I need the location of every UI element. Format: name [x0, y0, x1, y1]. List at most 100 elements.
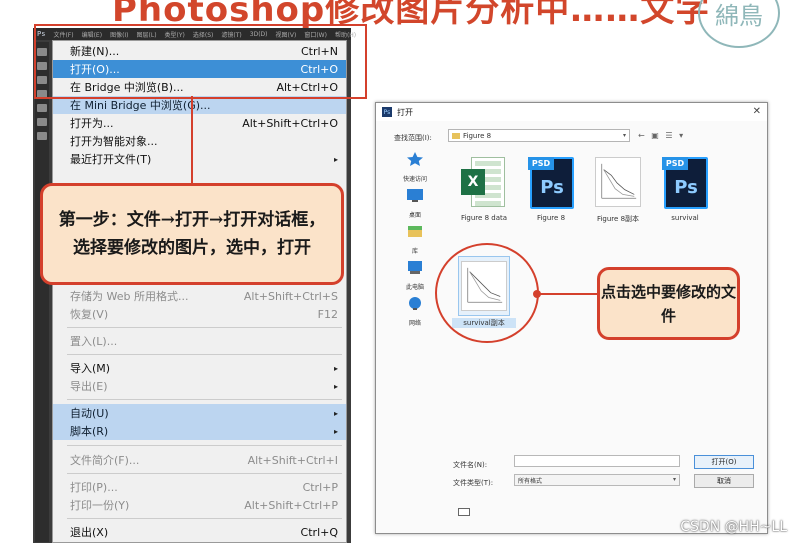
star-icon	[407, 152, 423, 166]
menu-item-label: 导入(M)	[70, 362, 111, 375]
psd-file-icon: PSD Ps	[526, 153, 576, 211]
menu-item-label: 打开为...	[70, 117, 114, 130]
eraser-tool-icon[interactable]	[37, 132, 47, 140]
view-menu-icons[interactable]: ← ▣ ☰ ▾	[638, 131, 685, 140]
menu-item-label: 置入(L)...	[70, 335, 118, 348]
menu-item-exit[interactable]: 退出(X) Ctrl+Q	[53, 523, 346, 541]
file-figure8-psd[interactable]: PSD Ps Figure 8	[519, 153, 583, 222]
brush-tool-icon[interactable]	[37, 118, 47, 126]
file-name: Figure 8 data	[460, 214, 508, 222]
callout-pointer	[191, 96, 193, 184]
watermark: CSDN @HH~LL	[680, 519, 787, 535]
file-name-input[interactable]	[514, 455, 680, 467]
cancel-button[interactable]: 取消	[694, 474, 754, 488]
callout-connector	[538, 293, 597, 295]
menu-item-label: 打印(P)...	[70, 481, 118, 494]
file-name-label: 文件名(N):	[453, 461, 488, 469]
menu-separator	[67, 399, 342, 400]
menu-separator	[67, 445, 342, 446]
place-this-pc[interactable]: 此电脑	[390, 259, 440, 291]
network-icon	[409, 297, 421, 310]
close-icon[interactable]: ✕	[753, 106, 761, 117]
step-one-callout: 第一步：文件→打开→打开对话框，选择要修改的图片，选中，打开	[40, 183, 344, 285]
file-figure8-data[interactable]: X Figure 8 data	[452, 153, 516, 222]
submenu-arrow-icon: ▸	[333, 381, 338, 391]
menu-item-revert[interactable]: 恢复(V) F12	[53, 305, 346, 323]
place-network[interactable]: 网络	[390, 295, 440, 327]
file-figure8-copy[interactable]: Figure 8副本	[586, 153, 650, 224]
place-library[interactable]: 库	[390, 223, 440, 255]
submenu-arrow-icon: ▸	[333, 426, 338, 436]
excel-badge: X	[461, 169, 485, 195]
desktop-icon	[407, 189, 423, 202]
menu-item-label: 退出(X)	[70, 526, 109, 539]
selection-circle	[435, 243, 539, 343]
file-name: Figure 8	[536, 214, 566, 222]
menu-item-export[interactable]: 导出(E) ▸	[53, 377, 346, 395]
ps-letters: Ps	[540, 177, 564, 198]
menu-item-print-one-copy[interactable]: 打印一份(Y) Alt+Shift+Ctrl+P	[53, 496, 346, 514]
place-quick-access[interactable]: 快速访问	[390, 151, 440, 183]
open-button[interactable]: 打开(O)	[694, 455, 754, 469]
ps-app-icon: Ps	[382, 107, 392, 117]
menu-item-shortcut: Ctrl+P	[302, 480, 338, 494]
tool-panel	[35, 42, 49, 542]
look-in-value: Figure 8	[463, 131, 492, 140]
folder-icon	[452, 133, 460, 139]
library-icon	[408, 226, 422, 237]
psd-file-icon: PSD Ps	[660, 153, 710, 211]
file-type-dropdown[interactable]: 所有格式 ▾	[514, 474, 680, 486]
menu-item-import[interactable]: 导入(M) ▸	[53, 359, 346, 377]
menu-item-file-info[interactable]: 文件简介(F)... Alt+Shift+Ctrl+I	[53, 451, 346, 469]
look-in-dropdown[interactable]: Figure 8 ▾	[448, 129, 630, 142]
chevron-down-icon: ▾	[622, 132, 626, 139]
chart-thumbnail-icon	[595, 157, 641, 207]
menu-item-shortcut: Alt+Shift+Ctrl+P	[244, 498, 338, 512]
menu-item-recent-files[interactable]: 最近打开文件(T) ▸	[53, 150, 346, 168]
menu-item-print[interactable]: 打印(P)... Ctrl+P	[53, 478, 346, 496]
preview-checkbox[interactable]	[458, 508, 470, 516]
menu-separator	[67, 354, 342, 355]
menu-item-shortcut: Alt+Shift+Ctrl+S	[243, 289, 338, 303]
menu-item-label: 打印一份(Y)	[70, 499, 130, 512]
menu-item-scripts[interactable]: 脚本(R) ▸	[53, 422, 346, 440]
place-label: 此电脑	[405, 284, 424, 291]
place-label: 库	[411, 248, 418, 255]
look-in-label: 查找范围(I):	[394, 134, 432, 142]
menu-item-shortcut: Ctrl+Q	[300, 525, 338, 539]
file-type-value: 所有格式	[518, 477, 543, 485]
psd-tag: PSD	[528, 157, 554, 170]
menu-separator	[67, 473, 342, 474]
menu-item-save-for-web[interactable]: 存储为 Web 所用格式... Alt+Shift+Ctrl+S	[53, 287, 346, 305]
menu-item-label: 存储为 Web 所用格式...	[70, 290, 189, 303]
menu-item-shortcut: Alt+Shift+Ctrl+O	[242, 116, 338, 130]
computer-icon	[408, 261, 422, 274]
menu-item-open-smart-object[interactable]: 打开为智能对象...	[53, 132, 346, 150]
eyedropper-tool-icon[interactable]	[37, 104, 47, 112]
menu-item-shortcut: F12	[317, 307, 338, 321]
menu-separator	[67, 327, 342, 328]
ps-letters: Ps	[674, 177, 698, 198]
file-type-label: 文件类型(T):	[453, 479, 494, 487]
menu-item-place[interactable]: 置入(L)...	[53, 332, 346, 350]
menu-item-shortcut: Alt+Shift+Ctrl+I	[247, 453, 338, 467]
submenu-arrow-icon: ▸	[333, 363, 338, 373]
menu-item-label: 导出(E)	[70, 380, 108, 393]
chevron-down-icon: ▾	[672, 476, 676, 483]
dialog-title: 打开	[397, 107, 413, 117]
menu-item-open-as[interactable]: 打开为... Alt+Shift+Ctrl+O	[53, 114, 346, 132]
excel-file-icon: X	[459, 153, 509, 211]
file-menu: 新建(N)... Ctrl+N 打开(O)... Ctrl+O 在 Bridge 中…	[52, 40, 347, 543]
submenu-arrow-icon: ▸	[333, 154, 338, 164]
menu-item-automate[interactable]: 自动(U) ▸	[53, 404, 346, 422]
menu-item-label: 恢复(V)	[70, 308, 109, 321]
submenu-arrow-icon: ▸	[333, 408, 338, 418]
image-thumbnail	[593, 153, 643, 211]
place-desktop[interactable]: 桌面	[390, 187, 440, 219]
menu-item-label: 脚本(R)	[70, 425, 109, 438]
file-name: Figure 8副本	[596, 215, 640, 223]
file-survival-psd[interactable]: PSD Ps survival	[653, 153, 717, 222]
places-bar: 快速访问 桌面 库 此电脑 网络	[390, 151, 440, 331]
menu-item-label: 最近打开文件(T)	[70, 153, 152, 166]
menu-item-label: 自动(U)	[70, 407, 109, 420]
